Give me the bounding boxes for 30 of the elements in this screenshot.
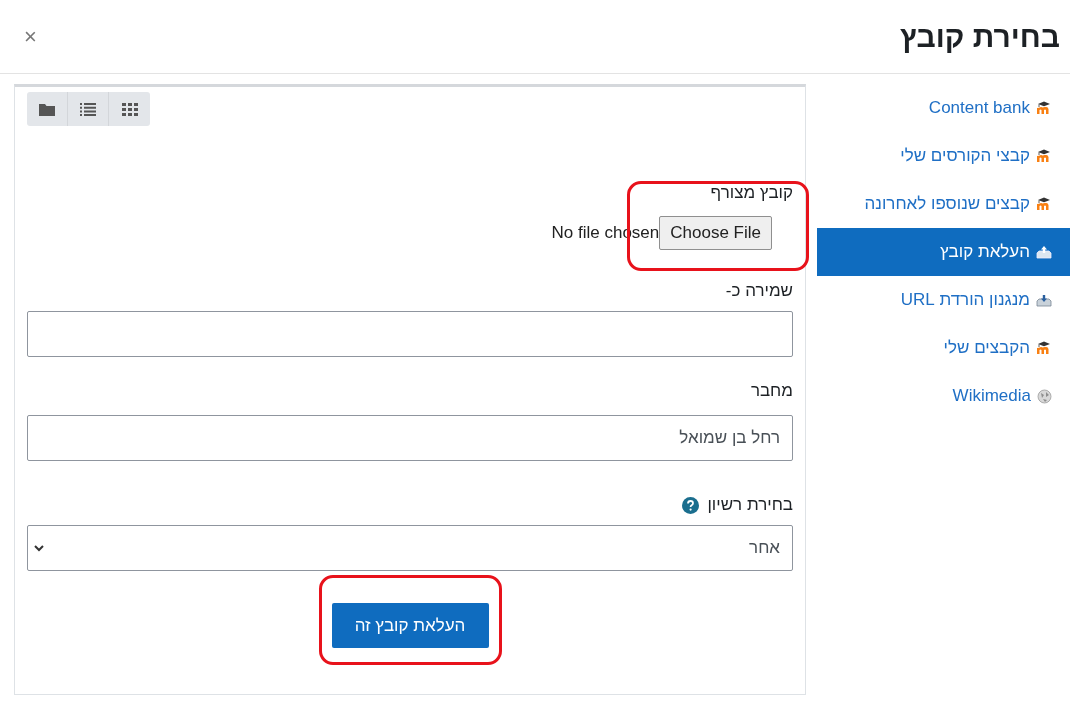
dialog-title: בחירת קובץ	[900, 19, 1060, 55]
choose-file-button[interactable]: Choose File	[659, 216, 772, 250]
license-select[interactable]: אחר	[27, 525, 793, 571]
help-icon[interactable]	[682, 496, 700, 514]
close-button[interactable]: ×	[24, 25, 37, 48]
sidebar-item[interactable]: הקבצים שלי	[817, 324, 1070, 372]
sidebar-item[interactable]: העלאת קובץ	[817, 228, 1070, 276]
sidebar-item[interactable]: Content bank	[817, 84, 1070, 132]
graduation-icon	[1036, 197, 1052, 211]
field-label: מחבר	[749, 381, 793, 401]
field-label: בחירת רשיון	[707, 495, 793, 515]
sidebar-item[interactable]: קבצי הקורסים שלי	[817, 132, 1070, 180]
sidebar-item[interactable]: מנגנון הורדת URL	[817, 276, 1070, 324]
globe-icon	[1037, 388, 1052, 404]
upload-icon	[1036, 245, 1052, 259]
author-field[interactable]: רחל בן שמואל	[27, 415, 793, 461]
graduation-icon	[1036, 101, 1052, 115]
folder-icon	[39, 102, 55, 116]
field-label: שמירה כ-	[724, 281, 793, 301]
download-icon	[1036, 293, 1052, 307]
upload-button[interactable]: העלאת קובץ זה	[331, 603, 489, 648]
list-icon	[80, 102, 96, 116]
field-label: קובץ מצורף	[709, 183, 793, 203]
chevron-down-icon	[34, 544, 44, 552]
graduation-icon	[1036, 341, 1052, 355]
grid-icon	[121, 102, 138, 116]
sidebar-item[interactable]: Wikimedia	[817, 372, 1070, 420]
save-as-field[interactable]	[27, 311, 793, 357]
graduation-icon	[1036, 149, 1052, 163]
sidebar-item[interactable]: קבצים שנוספו לאחרונה	[817, 180, 1070, 228]
